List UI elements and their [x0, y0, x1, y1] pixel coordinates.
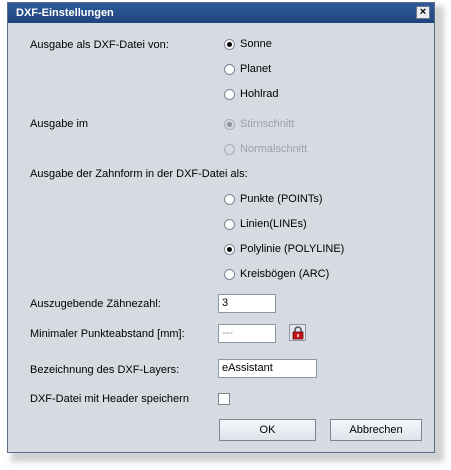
radio-indicator: [224, 269, 235, 280]
min-point-distance-input[interactable]: ---: [218, 324, 276, 343]
tooth-form-label: Ausgabe der Zahnform in der DXF-Datei al…: [30, 168, 248, 180]
radio-indicator: [224, 89, 235, 100]
radio-indicator: [224, 244, 235, 255]
lock-button[interactable]: [289, 324, 306, 341]
dialog-title: DXF-Einstellungen: [16, 7, 114, 19]
ok-button[interactable]: OK: [219, 419, 316, 441]
teeth-count-input[interactable]: 3: [218, 294, 276, 313]
output-for-label: Ausgabe als DXF-Datei von:: [30, 39, 169, 51]
save-header-label: DXF-Datei mit Header speichern: [30, 393, 189, 405]
cancel-button[interactable]: Abbrechen: [330, 419, 422, 441]
save-header-checkbox[interactable]: [218, 393, 230, 405]
radio-indicator: [224, 219, 235, 230]
layer-name-input[interactable]: eAssistant: [218, 359, 317, 378]
teeth-count-label: Auszugebende Zähnezahl:: [30, 298, 161, 310]
output-in-label: Ausgabe im: [30, 118, 89, 130]
radio-label: Planet: [240, 63, 272, 75]
lock-icon: [292, 326, 304, 340]
radio-label: Punkte (POINTs): [240, 193, 323, 205]
radio-label: Linien(LINEs): [240, 218, 307, 230]
title-bar[interactable]: DXF-Einstellungen ×: [8, 3, 434, 23]
radio-indicator: [224, 39, 235, 50]
dxf-settings-dialog: DXF-Einstellungen × Ausgabe als DXF-Date…: [7, 2, 435, 453]
close-icon: ×: [419, 6, 427, 18]
radio-label: Stirnschnitt: [240, 118, 295, 130]
radio-indicator: [224, 64, 235, 75]
min-point-distance-label: Minimaler Punkteabstand [mm]:: [30, 328, 185, 340]
radio-label: Kreisbögen (ARC): [240, 268, 330, 280]
radio-label: Hohlrad: [240, 88, 279, 100]
dialog-content: Ausgabe als DXF-Datei von: Sonne Planet …: [8, 23, 434, 452]
radio-indicator: [224, 194, 235, 205]
radio-label: Sonne: [240, 38, 272, 50]
radio-indicator: [224, 119, 235, 130]
close-button[interactable]: ×: [416, 6, 430, 19]
radio-label: Normalschnitt: [240, 143, 308, 155]
radio-label: Polylinie (POLYLINE): [240, 243, 345, 255]
radio-indicator: [224, 144, 235, 155]
layer-name-label: Bezeichnung des DXF-Layers:: [30, 364, 180, 376]
